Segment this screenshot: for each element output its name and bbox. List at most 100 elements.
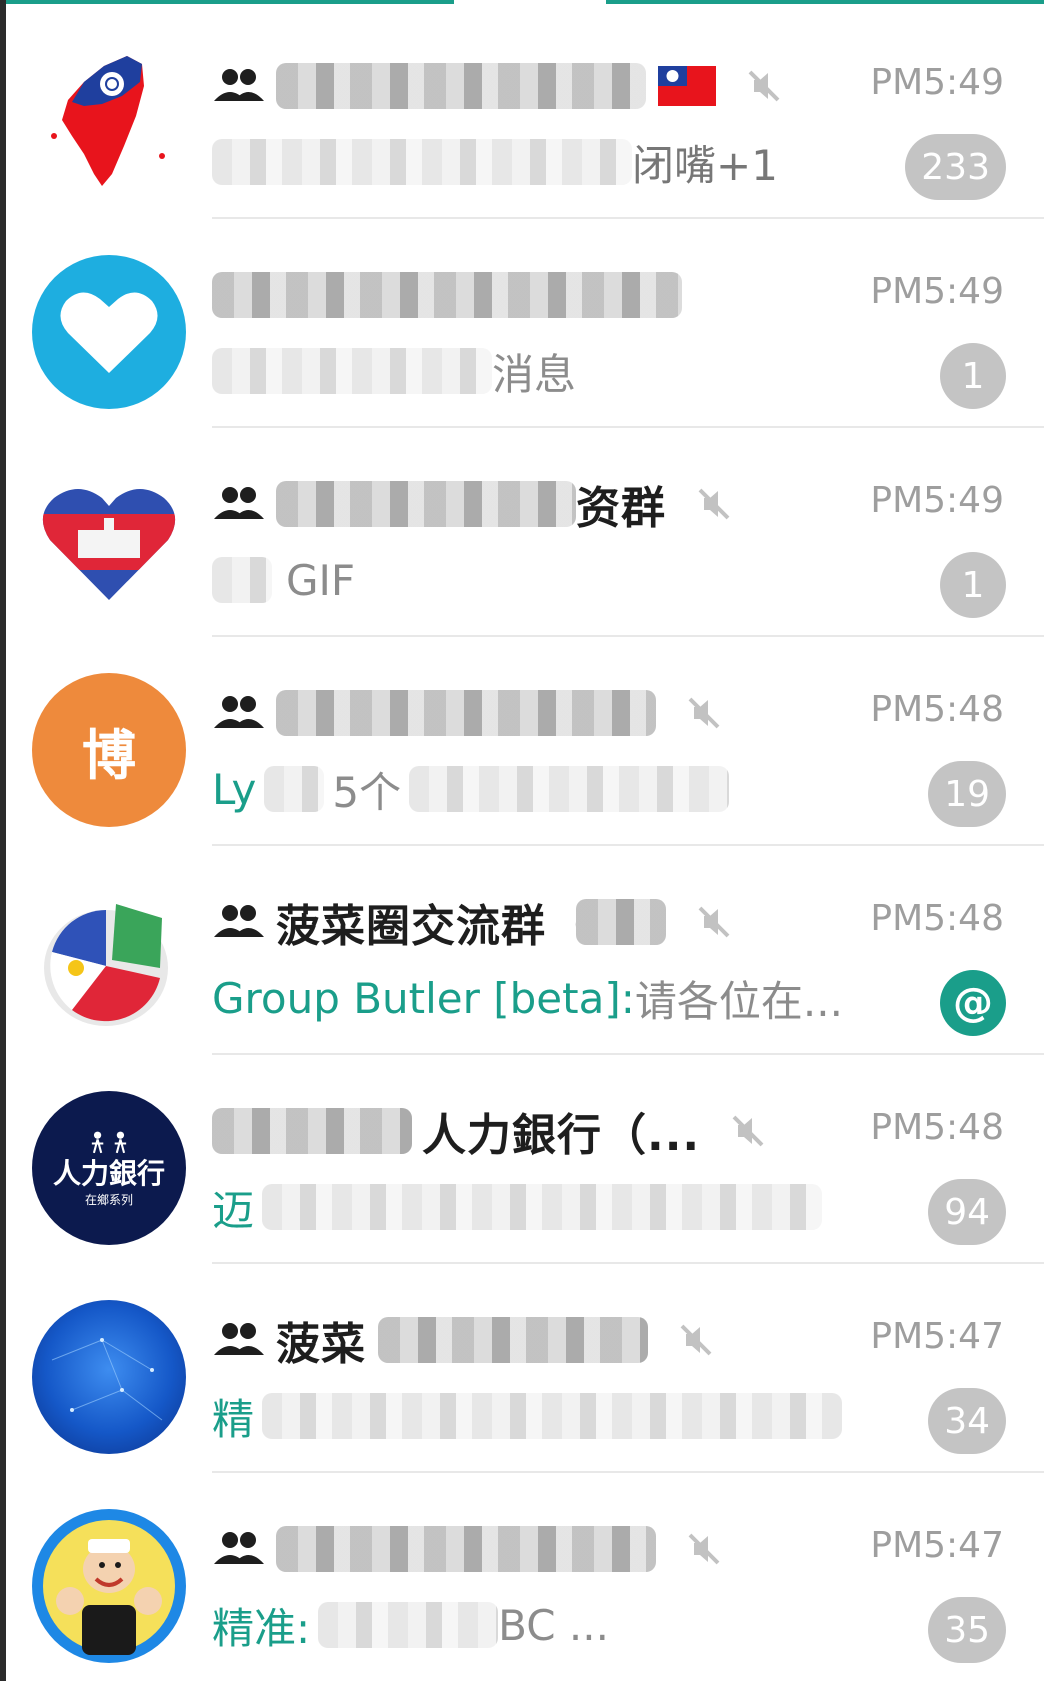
chat-title-line: 人力銀行（...	[212, 1103, 894, 1159]
redacted-title	[378, 1317, 648, 1363]
redacted-preview	[262, 1184, 823, 1230]
mention-badge: @	[940, 970, 1006, 1036]
avatar-bank-subtitle: 在鄉系列	[84, 1192, 133, 1207]
chat-time: PM5:47	[870, 1525, 1004, 1566]
tab-indicator-bar	[6, 0, 1044, 6]
unread-badge: 19	[928, 761, 1006, 827]
unread-badge: 1	[940, 343, 1006, 409]
chat-title-line: 菠菜圈交流群（	[212, 894, 894, 950]
chat-row[interactable]: PM5:47 精准: BC ... 35	[6, 1473, 1044, 1681]
chat-title: 菠菜圈交流群（	[276, 901, 576, 950]
chat-row[interactable]: 资群 PM5:49 GIF 1	[6, 428, 1044, 637]
unread-badge: 1	[940, 552, 1006, 618]
taiwan-map-avatar[interactable]	[32, 46, 186, 200]
chat-time: PM5:48	[870, 1107, 1004, 1148]
preview-sender: Ly	[212, 764, 257, 814]
redacted-title	[276, 481, 576, 527]
mute-icon	[680, 1324, 712, 1356]
group-icon	[214, 69, 264, 101]
group-icon	[214, 1323, 264, 1355]
group-icon	[214, 696, 264, 728]
popeye-avatar[interactable]	[32, 1509, 186, 1663]
chat-row[interactable]: 菠菜圈交流群（ PM5:48 Group Butler [beta]: 请各位在…	[6, 846, 1044, 1055]
chat-row[interactable]: 博 PM5:48 Ly 5个 19	[6, 637, 1044, 846]
redacted-preview	[262, 1393, 843, 1439]
redacted-preview	[212, 557, 272, 603]
taiwan-flag-icon	[658, 66, 716, 106]
chat-title: 人力銀行（...	[422, 1110, 701, 1159]
redacted-title	[212, 272, 682, 318]
group-icon	[214, 905, 264, 937]
preview-message: 闭嘴+1	[632, 140, 778, 190]
chat-title-line	[212, 267, 894, 323]
preview-message: GIF	[286, 555, 356, 605]
redacted-title	[276, 63, 646, 109]
chat-preview: Group Butler [beta]: 请各位在...	[212, 970, 894, 1026]
unread-badge: 34	[928, 1388, 1006, 1454]
redacted-preview	[409, 766, 730, 812]
chat-time: PM5:49	[870, 271, 1004, 312]
mute-icon	[748, 70, 780, 102]
unread-badge: 35	[928, 1597, 1006, 1663]
preview-message: 5个	[332, 767, 402, 817]
preview-message: 消息	[492, 349, 577, 399]
chat-list: PM5:49 闭嘴+1 233 PM5:49 消息 1 资群 PM5:49 GI…	[6, 10, 1044, 1681]
chat-title: 菠菜	[276, 1319, 366, 1368]
chat-preview: 迈	[212, 1179, 894, 1235]
chat-title-line: 资群	[212, 476, 894, 532]
preview-message: BC ...	[498, 1600, 609, 1650]
avatar-bank-title: 人力銀行	[52, 1156, 165, 1190]
blue-network-avatar[interactable]	[32, 1300, 186, 1454]
tab-indicator-left	[6, 0, 454, 4]
chat-time: PM5:47	[870, 1316, 1004, 1357]
orange-bo-avatar[interactable]: 博	[32, 673, 186, 827]
redacted-title	[212, 1108, 412, 1154]
preview-sender: 精准:	[212, 1603, 311, 1653]
chat-row[interactable]: PM5:49 消息 1	[6, 219, 1044, 428]
group-icon	[214, 487, 264, 519]
preview-message: 请各位在...	[634, 976, 843, 1026]
chat-time: PM5:49	[870, 480, 1004, 521]
preview-sender: 精	[212, 1394, 255, 1444]
mute-icon	[732, 1115, 764, 1147]
chat-row[interactable]: 菠菜 PM5:47 精 34	[6, 1264, 1044, 1473]
chat-time: PM5:48	[870, 689, 1004, 730]
redacted-preview	[318, 1602, 499, 1648]
chat-title-line: 菠菜	[212, 1312, 894, 1368]
cambodia-heart-avatar[interactable]	[32, 464, 186, 618]
chat-time: PM5:48	[870, 898, 1004, 939]
chat-preview: 闭嘴+1	[212, 134, 894, 190]
chat-row[interactable]: 人力銀行 在鄉系列 人力銀行（... PM5:48 迈 94	[6, 1055, 1044, 1264]
blue-heart-avatar[interactable]	[32, 255, 186, 409]
redacted-preview	[212, 348, 492, 394]
redacted-preview	[212, 139, 632, 185]
mute-icon	[688, 697, 720, 729]
unread-badge: 94	[928, 1179, 1006, 1245]
redacted-title	[276, 690, 656, 736]
redacted-preview	[264, 766, 325, 812]
chat-preview: Ly 5个	[212, 761, 894, 817]
redacted-title	[276, 1526, 656, 1572]
group-icon	[214, 1532, 264, 1564]
chat-list-screen: PM5:49 闭嘴+1 233 PM5:49 消息 1 资群 PM5:49 GI…	[6, 0, 1044, 1681]
chat-preview: GIF	[212, 552, 894, 608]
unread-badge: 233	[905, 134, 1006, 200]
redacted-title	[576, 899, 666, 945]
chat-preview: 精准: BC ...	[212, 1597, 894, 1653]
chat-title-line	[212, 1521, 894, 1577]
human-bank-avatar[interactable]: 人力銀行 在鄉系列	[32, 1091, 186, 1245]
chat-row[interactable]: PM5:49 闭嘴+1 233	[6, 10, 1044, 219]
mute-icon	[698, 906, 730, 938]
philippines-pie-avatar[interactable]	[32, 882, 186, 1036]
chat-title: 资群	[576, 483, 666, 532]
avatar-letter: 博	[82, 723, 136, 787]
chat-title-line	[212, 685, 894, 741]
tab-indicator-right	[606, 0, 1044, 4]
mute-icon	[698, 488, 730, 520]
chat-time: PM5:49	[870, 62, 1004, 103]
preview-sender: 迈	[212, 1185, 255, 1235]
chat-title-line	[212, 58, 894, 114]
mute-icon	[688, 1533, 720, 1565]
chat-preview: 消息	[212, 343, 894, 399]
chat-preview: 精	[212, 1388, 894, 1444]
